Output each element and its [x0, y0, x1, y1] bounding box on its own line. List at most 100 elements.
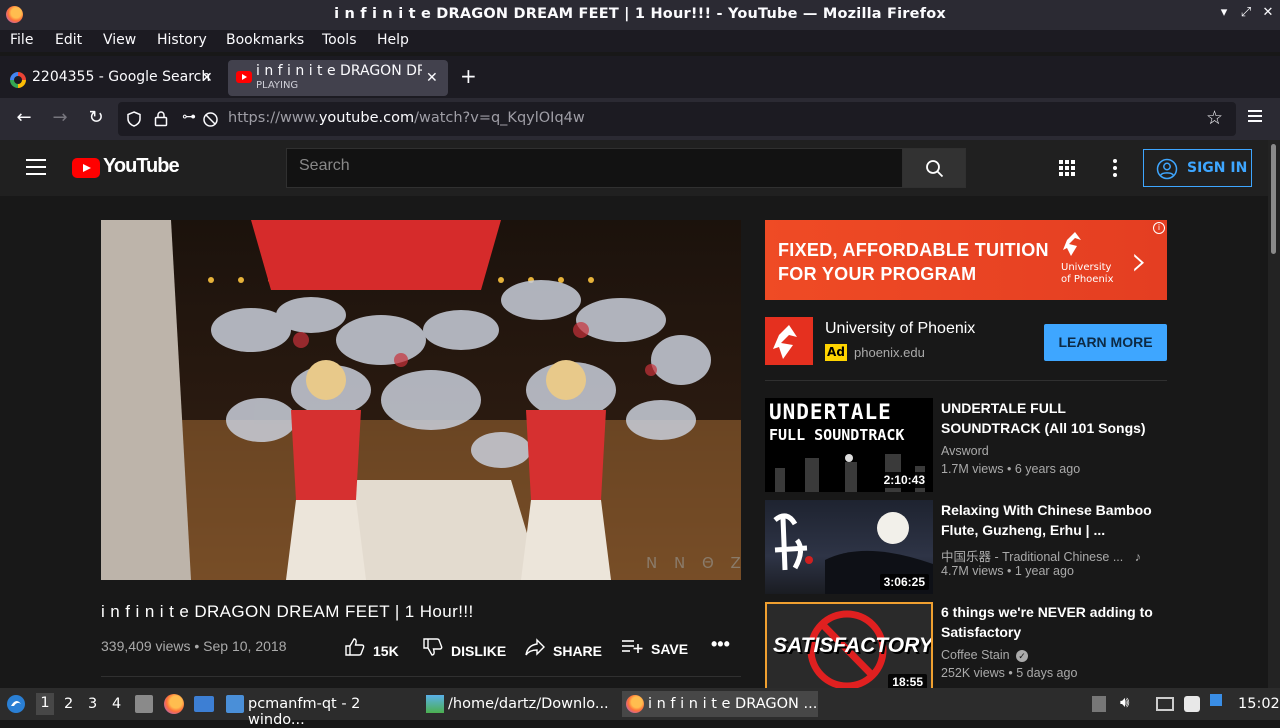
workspace-1[interactable]: 1: [36, 693, 54, 715]
close-tab-icon[interactable]: ✕: [426, 70, 438, 86]
tab-label: i n f i n i t e DRAGON DRE: [256, 63, 422, 79]
volume-icon[interactable]: 🔊︎: [1120, 693, 1136, 711]
video-meta: 339,409 views • Sep 10, 2018: [101, 638, 287, 654]
channel-name[interactable]: Avsword: [941, 444, 989, 458]
taskbar-window-image-viewer[interactable]: /home/dartz/Downlo...: [422, 691, 618, 717]
menu-history[interactable]: History: [157, 32, 207, 48]
save-button[interactable]: SAVE: [621, 638, 688, 657]
youtube-logo-text[interactable]: YouTube: [103, 155, 180, 178]
video-frame: N N Θ Z: [101, 220, 741, 580]
permissions-icon[interactable]: ⊶: [182, 109, 196, 125]
menu-bar: File Edit View History Bookmarks Tools H…: [0, 30, 1280, 52]
dislike-button[interactable]: DISLIKE: [423, 638, 506, 659]
video-thumbnail[interactable]: 3:06:25: [765, 500, 933, 594]
shield-icon[interactable]: [126, 111, 142, 127]
url-bar[interactable]: ⊶ https://www.youtube.com/watch?v=q_Kqyl…: [118, 102, 1236, 136]
guide-menu-icon[interactable]: [26, 159, 46, 175]
menu-tools[interactable]: Tools: [322, 32, 357, 48]
clipboard-icon[interactable]: [1184, 696, 1200, 712]
settings-more-icon[interactable]: [1113, 159, 1117, 180]
taskbar: 1 2 3 4 pcmanfm-qt - 2 windo... /home/da…: [0, 688, 1280, 728]
close-window-button[interactable]: ✕: [1258, 5, 1278, 20]
show-desktop-icon[interactable]: [135, 695, 153, 713]
back-arrow-icon[interactable]: ←: [12, 107, 36, 128]
chevron-right-icon[interactable]: ›: [1131, 236, 1148, 285]
video-title: i n f i n i t e DRAGON DREAM FEET | 1 Ho…: [101, 602, 474, 621]
recommendation-item[interactable]: UNDERTALE FULL SOUNDTRACK 2:10:43 UNDERT…: [765, 398, 1167, 494]
ad-info-icon[interactable]: i: [1153, 222, 1165, 234]
menu-file[interactable]: File: [10, 32, 33, 48]
ad-banner[interactable]: FIXED, AFFORDABLE TUITION FOR YOUR PROGR…: [765, 220, 1167, 300]
menu-bookmarks[interactable]: Bookmarks: [226, 32, 304, 48]
like-button[interactable]: 15K: [345, 638, 399, 659]
clock[interactable]: 15:02: [1238, 696, 1280, 712]
recommendation-title[interactable]: 6 things we're NEVER adding to Satisfact…: [941, 602, 1163, 642]
recommendation-item[interactable]: 3:06:25 Relaxing With Chinese Bamboo Flu…: [765, 500, 1167, 596]
video-thumbnail[interactable]: SATISFACTORY 18:55: [765, 602, 933, 696]
reload-icon[interactable]: ↻: [84, 107, 108, 128]
search-box[interactable]: [286, 148, 904, 188]
taskbar-window-pcmanfm[interactable]: pcmanfm-qt - 2 windo...: [222, 691, 418, 728]
firefox-launcher-icon[interactable]: [164, 694, 184, 714]
thumbs-down-icon: [423, 638, 443, 659]
taskbar-window-firefox[interactable]: i n f i n i t e DRAGON ...: [622, 691, 818, 717]
divider: [765, 380, 1167, 381]
menu-help[interactable]: Help: [377, 32, 409, 48]
workspace-2[interactable]: 2: [64, 696, 73, 712]
learn-more-button[interactable]: LEARN MORE: [1044, 324, 1167, 361]
video-player[interactable]: N N Θ Z: [101, 220, 741, 580]
music-note-icon: ♪: [1134, 550, 1141, 564]
network-icon[interactable]: [1156, 697, 1174, 711]
channel-name[interactable]: 中国乐器 - Traditional Chinese ... ♪: [941, 546, 1141, 565]
image-viewer-icon: [426, 695, 444, 713]
search-input[interactable]: [299, 157, 879, 175]
new-tab-button[interactable]: +: [460, 64, 477, 88]
tab-youtube-playing[interactable]: i n f i n i t e DRAGON DRE PLAYING ✕: [228, 60, 448, 96]
share-icon: [525, 638, 545, 659]
app-menu-icon[interactable]: [1248, 110, 1262, 122]
thumbnail-text: SATISFACTORY: [773, 634, 933, 657]
advertiser-logo[interactable]: [765, 317, 813, 365]
maximize-button[interactable]: ⤢: [1236, 5, 1256, 20]
lock-icon[interactable]: [154, 110, 168, 127]
bookmark-star-icon[interactable]: ☆: [1206, 107, 1223, 129]
url-path: /watch?v=q_KqylOIq4w: [414, 110, 585, 126]
close-tab-icon[interactable]: ✕: [201, 70, 213, 86]
thumbnail-text: FULL SOUNDTRACK: [769, 426, 905, 444]
ad-headline-2: FOR YOUR PROGRAM: [778, 264, 977, 284]
workspace-3[interactable]: 3: [88, 696, 97, 712]
verified-check-icon: ✓: [1016, 650, 1029, 662]
youtube-logo-icon[interactable]: [72, 158, 100, 178]
video-duration: 3:06:25: [879, 574, 929, 590]
dislike-label: DISLIKE: [451, 643, 507, 659]
terminal-launcher-icon[interactable]: [194, 696, 214, 712]
notification-icon[interactable]: [1210, 694, 1222, 706]
recommendation-title[interactable]: Relaxing With Chinese Bamboo Flute, Guzh…: [941, 500, 1163, 540]
url-host: youtube.com: [318, 110, 415, 126]
sign-in-button[interactable]: SIGN IN: [1143, 149, 1252, 187]
recommendation-title[interactable]: UNDERTALE FULL SOUNDTRACK (All 101 Songs…: [941, 398, 1163, 438]
advertiser-name[interactable]: University of Phoenix: [825, 320, 975, 338]
autoplay-blocked-icon[interactable]: [202, 111, 219, 128]
minimize-button[interactable]: ▾: [1214, 5, 1234, 20]
lxqt-start-menu-icon[interactable]: [6, 694, 26, 714]
channel-name[interactable]: Coffee Stain ✓: [941, 648, 1029, 662]
search-button[interactable]: [902, 148, 966, 188]
ad-badge: Ad: [825, 344, 847, 361]
video-thumbnail[interactable]: UNDERTALE FULL SOUNDTRACK 2:10:43: [765, 398, 933, 492]
menu-edit[interactable]: Edit: [55, 32, 82, 48]
apps-grid-icon[interactable]: [1059, 160, 1075, 176]
scrollbar-thumb[interactable]: [1271, 144, 1276, 254]
menu-view[interactable]: View: [103, 32, 136, 48]
share-button[interactable]: SHARE: [525, 638, 602, 659]
yt-masthead: YouTube SIGN IN: [0, 140, 1268, 196]
youtube-page: YouTube SIGN IN: [0, 140, 1268, 696]
more-actions-icon[interactable]: •••: [711, 634, 730, 655]
tray-arrow-icon[interactable]: [1092, 696, 1106, 712]
recommendation-item[interactable]: SATISFACTORY 18:55 6 things we're NEVER …: [765, 602, 1167, 698]
forward-arrow-icon[interactable]: →: [48, 107, 72, 128]
tab-google-search[interactable]: 2204355 - Google Search ✕: [0, 60, 222, 96]
workspace-4[interactable]: 4: [112, 696, 121, 712]
page-scrollbar[interactable]: [1268, 140, 1280, 688]
account-icon: [1156, 158, 1178, 180]
